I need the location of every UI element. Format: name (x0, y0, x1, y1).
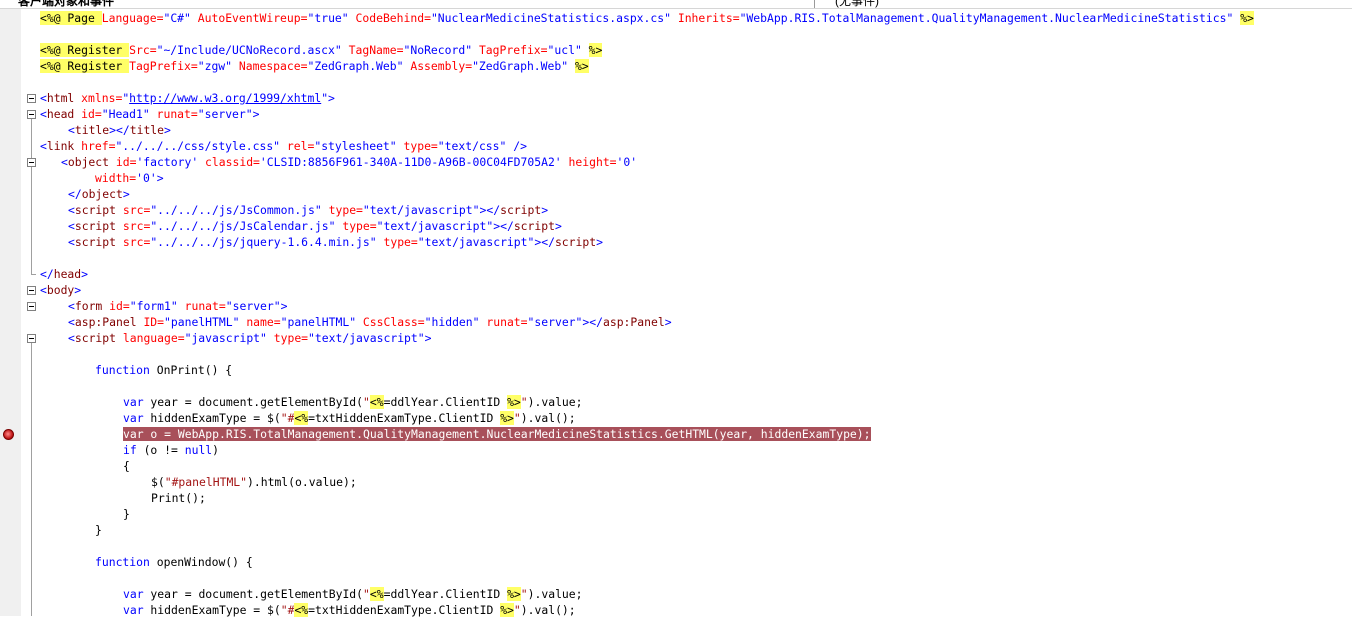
collapse-object-icon[interactable] (27, 158, 36, 167)
collapse-body-icon[interactable] (27, 286, 36, 295)
code-line-33: } (95, 523, 102, 537)
breakpoint-margin[interactable] (0, 9, 18, 616)
code-line-20: <asp:Panel ID="panelHTML" name="panelHTM… (68, 315, 672, 329)
code-line-35: function openWindow() { (95, 555, 253, 569)
code-line-32: } (123, 507, 130, 521)
code-line-25: var year = document.getElementById("<%=d… (123, 395, 583, 409)
collapse-head-icon[interactable] (27, 110, 36, 119)
code-line-28: if (o != null) (123, 443, 220, 457)
code-line-17: </head> (40, 267, 89, 281)
outline-line (31, 119, 32, 274)
code-line-13: <script src="../../../js/JsCommon.js" ty… (68, 203, 549, 217)
code-line-4: <%@ Register TagPrefix="zgw" Namespace="… (40, 59, 589, 73)
collapse-script-icon[interactable] (27, 334, 36, 343)
code-line-31: Print(); (151, 491, 206, 505)
outline-line (31, 343, 32, 616)
editor-navigation-bar: 客户端对象和事件 (无事件) (0, 0, 1352, 9)
code-line-19: <form id="form1" runat="server"> (68, 299, 288, 313)
code-line-1: <%@ Page Language="C#" AutoEventWireup="… (40, 11, 1254, 25)
code-line-9: <link href="../../../css/style.css" rel=… (40, 139, 527, 153)
code-line-26: var hiddenExamType = $("#<%=txtHiddenExa… (123, 411, 576, 425)
outline-end (31, 274, 36, 275)
events-dropdown[interactable]: (无事件) (814, 0, 1352, 8)
code-line-8: <title></title> (68, 123, 171, 137)
collapse-form-icon[interactable] (27, 302, 36, 311)
client-objects-dropdown[interactable]: 客户端对象和事件 (18, 0, 114, 8)
code-line-12: </object> (68, 187, 130, 201)
code-line-11: width='0'> (95, 171, 164, 185)
code-line-18: <body> (40, 283, 82, 297)
code-line-7: <head id="Head1" runat="server"> (40, 107, 260, 121)
code-line-3: <%@ Register Src="~/Include/UCNoRecord.a… (40, 43, 603, 57)
breakpoint-icon[interactable] (3, 429, 14, 440)
code-line-21: <script language="javascript" type="text… (68, 331, 432, 345)
code-line-10: <object id='factory' classid='CLSID:8856… (61, 155, 638, 169)
code-line-23: function OnPrint() { (95, 363, 233, 377)
code-line-29: { (123, 459, 130, 473)
code-line-15: <script src="../../../js/jquery-1.6.4.mi… (68, 235, 603, 249)
code-line-37: var year = document.getElementById("<%=d… (123, 587, 583, 601)
code-line-14: <script src="../../../js/JsCalendar.js" … (68, 219, 562, 233)
change-tracking-bar (18, 9, 21, 616)
code-line-30: $("#panelHTML").html(o.value); (151, 475, 357, 489)
collapse-html-icon[interactable] (27, 94, 36, 103)
code-line-6: <html xmlns="http://www.w3.org/1999/xhtm… (40, 91, 335, 105)
code-line-27-breakpoint: var o = WebApp.RIS.TotalManagement.Quali… (123, 427, 871, 441)
